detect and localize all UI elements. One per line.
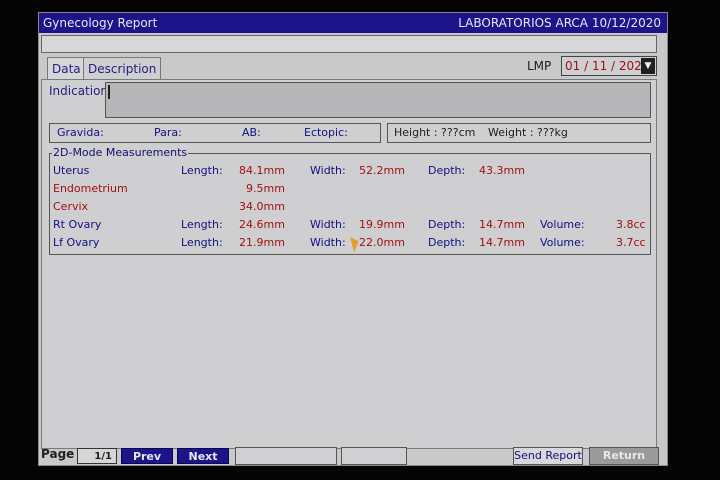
lmp-date-select[interactable]: 01 / 11 / 2020 ▼ (561, 56, 657, 76)
ab-label: AB: (242, 126, 261, 139)
title-bar: Gynecology Report LABORATORIOS ARCA 10/1… (39, 13, 667, 33)
volume-label: Volume: (540, 236, 585, 249)
depth-value: 43.3mm (479, 164, 525, 177)
depth-label: Depth: (428, 164, 466, 177)
length-value: 24.6mm (239, 218, 285, 231)
dropdown-arrow-icon[interactable]: ▼ (641, 58, 655, 74)
row-name: Lf Ovary (53, 236, 100, 249)
send-report-button[interactable]: Send Report (513, 447, 583, 465)
patient-vitals: Height : ???cm Weight : ???kg (387, 123, 651, 143)
indication-input[interactable] (105, 82, 651, 118)
height-value: Height : ???cm (394, 126, 476, 139)
measurements-title: 2D-Mode Measurements (52, 146, 189, 159)
row-name: Rt Ovary (53, 218, 102, 231)
width-value: 22.0mm (359, 236, 405, 249)
volume-value: 3.8cc (616, 218, 646, 231)
tab-description[interactable]: Description (83, 57, 162, 79)
lmp-date-value: 01 / 11 / 2020 (565, 59, 650, 73)
volume-value: 3.7cc (616, 236, 646, 249)
width-label: Width: (310, 164, 346, 177)
return-button[interactable]: Return (589, 447, 659, 465)
indication-label: Indication (49, 84, 109, 98)
footer-bar: Page 1/1 Prev Next Send Report Return (39, 443, 667, 467)
lmp-label: LMP (527, 59, 552, 73)
tab-data[interactable]: Data (47, 57, 86, 79)
ectopic-label: Ectopic: (304, 126, 348, 139)
measurement-row-endometrium: Endometrium 9.5mm (50, 180, 650, 198)
tab-data-label: Data (52, 62, 81, 76)
depth-label: Depth: (428, 236, 466, 249)
gravida-label: Gravida: (57, 126, 104, 139)
para-label: Para: (154, 126, 182, 139)
depth-value: 14.7mm (479, 236, 525, 249)
page-label: Page (41, 447, 75, 461)
window-title: Gynecology Report (43, 16, 158, 30)
width-value: 52.2mm (359, 164, 405, 177)
width-value: 19.9mm (359, 218, 405, 231)
width-label: Width: (310, 236, 346, 249)
length-value: 21.9mm (239, 236, 285, 249)
width-label: Width: (310, 218, 346, 231)
text-caret (108, 85, 110, 99)
depth-value: 14.7mm (479, 218, 525, 231)
volume-label: Volume: (540, 218, 585, 231)
length-label: Length: (181, 236, 223, 249)
length-value: 34.0mm (239, 200, 285, 213)
next-button[interactable]: Next (177, 448, 229, 464)
weight-value: Weight : ???kg (488, 126, 568, 139)
blank-status-box (235, 447, 337, 465)
measurement-row-uterus: Uterus Length: 84.1mm Width: 52.2mm Dept… (50, 162, 650, 180)
length-value: 84.1mm (239, 164, 285, 177)
row-name: Cervix (53, 200, 89, 213)
measurement-row-rt-ovary: Rt Ovary Length: 24.6mm Width: 19.9mm De… (50, 216, 650, 234)
blank-header-field (41, 35, 657, 53)
blank-status-box-2 (341, 447, 407, 465)
length-value: 9.5mm (246, 182, 285, 195)
obstetric-history: Gravida: Para: AB: Ectopic: (49, 123, 381, 143)
row-name: Endometrium (53, 182, 128, 195)
depth-label: Depth: (428, 218, 466, 231)
prev-button[interactable]: Prev (121, 448, 173, 464)
measurement-row-cervix: Cervix 34.0mm (50, 198, 650, 216)
length-label: Length: (181, 218, 223, 231)
row-name: Uterus (53, 164, 90, 177)
length-label: Length: (181, 164, 223, 177)
tab-description-label: Description (88, 62, 157, 76)
page-indicator: 1/1 (77, 448, 117, 464)
clinic-and-date: LABORATORIOS ARCA 10/12/2020 (458, 16, 661, 30)
